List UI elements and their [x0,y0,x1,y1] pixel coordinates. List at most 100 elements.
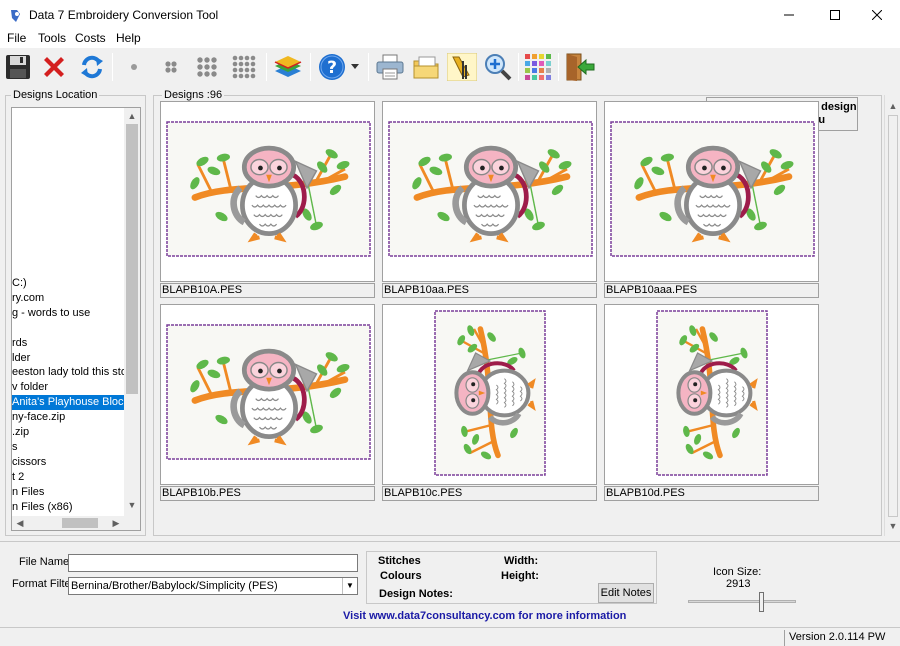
export-button[interactable] [408,50,444,84]
icon-size-slider-handle[interactable] [759,592,764,612]
printer-icon [376,54,404,80]
scroll-left-arrow[interactable]: ◀ [12,518,28,529]
toolbar-separator [368,53,369,81]
visit-website-link[interactable]: Visit www.data7consultancy.com for more … [343,610,626,622]
view-single-button[interactable] [116,50,152,84]
export-icon [413,56,439,79]
layers-icon [274,56,302,77]
folder-tree-item[interactable]: s [12,440,18,455]
folder-tree-item[interactable]: n Files (x86) [12,500,73,515]
height-label: Height: [501,570,539,582]
folder-tree-item[interactable]: ny-face.zip [12,410,65,425]
help-dropdown-button[interactable] [345,50,365,84]
scroll-up-arrow[interactable]: ▲ [124,111,140,121]
minimize-icon [784,14,794,16]
exit-button[interactable] [562,50,598,84]
menu-file[interactable]: File [7,31,26,45]
folder-tree-item[interactable]: .zip [12,425,29,440]
print-button[interactable] [372,50,408,84]
delete-icon [44,57,64,77]
exit-icon [566,53,595,81]
folder-tree-item[interactable]: n Files [12,485,44,500]
design-filename: BLAPB10A.PES [160,283,375,298]
delete-button[interactable] [36,50,72,84]
minimize-button[interactable] [766,0,812,30]
chevron-down-icon: ▼ [342,578,357,594]
tree-vertical-scrollbar[interactable]: ▲ ▼ [124,108,140,516]
design-thumbnail[interactable] [604,304,819,485]
design-filename: BLAPB10aa.PES [382,283,597,298]
folder-tree-item[interactable]: cissors [12,455,46,470]
maximize-button[interactable] [812,0,858,30]
chevron-down-icon [351,64,359,69]
icon-size-slider-track[interactable] [688,600,796,603]
design-thumbnail[interactable] [382,101,597,282]
zoom-icon [485,54,512,81]
menu-tools[interactable]: Tools [38,31,66,45]
view-4x4-button[interactable] [226,50,262,84]
scroll-right-arrow[interactable]: ▶ [108,518,124,529]
designs-location-label: Designs Location [11,89,100,101]
designs-vscroll-thumb[interactable] [888,115,898,517]
tree-vscroll-thumb[interactable] [126,124,138,394]
save-button[interactable] [0,50,36,84]
svg-text:?: ? [327,58,337,78]
format-filter-select[interactable]: Bernina/Brother/Babylock/Simplicity (PES… [68,577,358,595]
width-label: Width: [504,555,539,567]
design-thumbnail[interactable] [382,304,597,485]
toolbar-separator [310,53,311,81]
menu-costs[interactable]: Costs [75,31,106,45]
version-label: Version 2.0.114 PW [784,630,896,646]
close-icon [872,10,882,20]
folder-tree-item[interactable]: v folder [12,380,48,395]
design-filename: BLAPB10b.PES [160,486,375,501]
edit-notes-button[interactable]: Edit Notes [598,583,654,603]
scroll-down-arrow[interactable]: ▼ [885,521,900,531]
tree-horizontal-scrollbar[interactable]: ◀ ▶ [12,516,140,530]
design-filename: BLAPB10c.PES [382,486,597,501]
zoom-button[interactable] [480,50,516,84]
folder-tree[interactable]: C:) ry.com g - words to use rds lder eeston l… [11,107,141,531]
toolbar-separator [112,53,113,81]
scroll-up-arrow[interactable]: ▲ [885,101,900,111]
colour-chart-button[interactable] [520,50,556,84]
folder-tree-item[interactable]: t 2 [12,470,24,485]
folder-tree-item[interactable]: g - words to use [12,306,90,321]
folder-tree-item[interactable]: C:) [12,276,27,291]
file-name-input[interactable] [68,554,358,572]
small-dot-icon [131,64,137,70]
design-info-box: Stitches Colours Width: Height: Design N… [366,551,657,604]
window-title: Data 7 Embroidery Conversion Tool [29,8,219,22]
refresh-icon [81,55,103,79]
maximize-icon [830,10,840,20]
folder-tree-item[interactable]: Anita's Playhouse Block [12,395,125,411]
design-thumbnail[interactable] [160,101,375,282]
designs-vertical-scrollbar[interactable]: ▲ ▼ [884,95,900,536]
folder-tree-item[interactable]: lder [12,351,30,366]
tree-hscroll-thumb[interactable] [62,518,98,528]
design-thumbnail[interactable] [160,304,375,485]
folder-tree-item[interactable]: rds [12,336,27,351]
menu-help[interactable]: Help [116,31,141,45]
grid-3x3-icon [197,57,217,77]
design-thumbnail[interactable] [604,101,819,282]
toolbar-separator [558,53,559,81]
close-button[interactable] [854,0,900,30]
folder-tree-item[interactable]: ry.com [12,291,44,306]
refresh-button[interactable] [74,50,110,84]
toolbar: ? design [0,48,900,131]
layers-button[interactable] [270,50,306,84]
design-filename: BLAPB10aaa.PES [604,283,819,298]
view-2x2-button[interactable] [153,50,189,84]
bottom-divider [0,541,900,542]
measure-button[interactable] [444,50,480,84]
designs-grid: BLAPB10A.PES BLAPB10aa.PES BLAPB10aaa.PE… [159,101,881,531]
file-name-label: File Name [19,556,70,568]
view-3x3-button[interactable] [189,50,225,84]
scroll-down-arrow[interactable]: ▼ [124,500,140,510]
save-icon [6,55,30,79]
folder-tree-item[interactable]: eeston lady told this stor [12,365,131,380]
color-grid-icon [525,54,551,80]
designs-count-label: Designs :96 [162,89,225,101]
measure-icon [447,53,477,81]
